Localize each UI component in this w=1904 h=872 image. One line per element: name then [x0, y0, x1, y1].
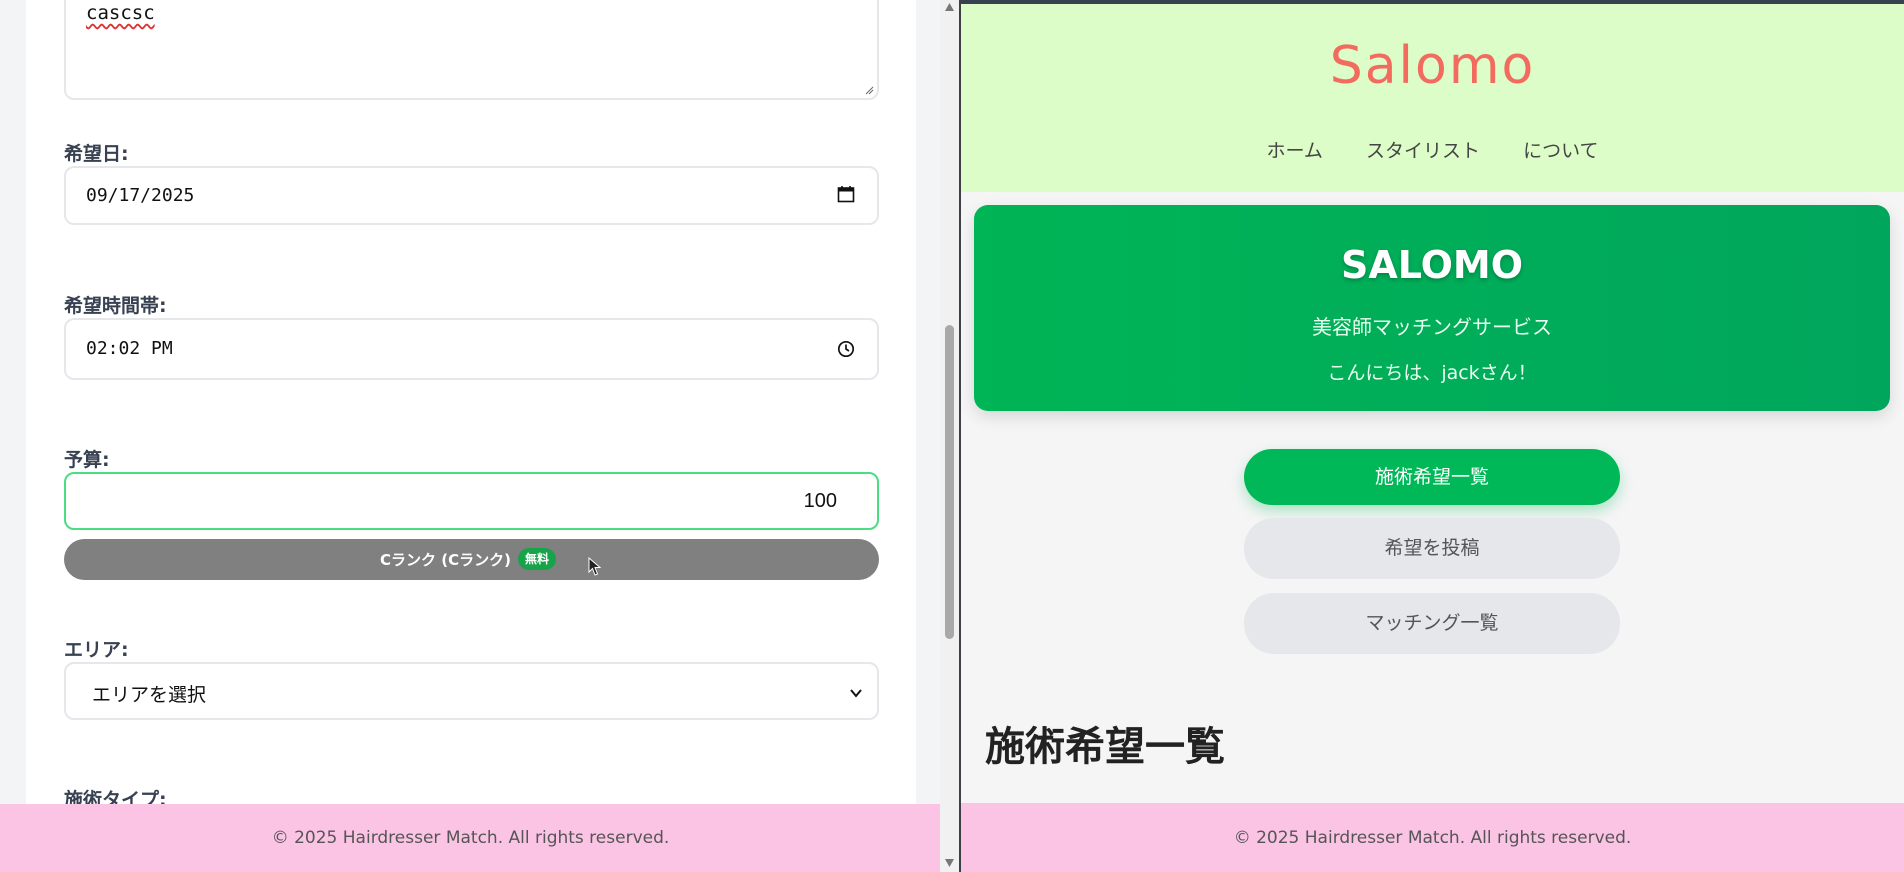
hero-subtitle: 美容師マッチングサービス: [1312, 315, 1552, 339]
site-logo[interactable]: Salomo: [961, 36, 1904, 96]
budget-input[interactable]: 100: [64, 472, 879, 530]
site-header: Salomo ホーム スタイリスト について: [961, 4, 1904, 192]
footer: © 2025 Hairdresser Match. All rights res…: [961, 803, 1904, 872]
date-input[interactable]: 09/17/2025: [64, 166, 879, 225]
scroll-up-arrow-icon[interactable]: [944, 2, 955, 12]
rank-text: Cランク (Cランク): [380, 551, 511, 569]
rank-indicator-bar: Cランク (Cランク) 無料: [64, 539, 879, 580]
footer-copyright: © 2025 Hairdresser Match. All rights res…: [271, 828, 670, 848]
scrollbar[interactable]: [940, 0, 959, 872]
time-input[interactable]: 02:02 PM: [64, 318, 879, 380]
area-select[interactable]: エリアを選択: [64, 662, 879, 720]
calendar-icon[interactable]: [837, 185, 855, 203]
time-label: 希望時間帯:: [64, 295, 167, 317]
budget-value: 100: [803, 490, 837, 512]
free-badge: 無料: [518, 548, 557, 570]
post-request-button[interactable]: 希望を投稿: [1244, 518, 1620, 579]
resize-grip-icon[interactable]: [864, 85, 874, 95]
hero-greeting: こんにちは、jackさん！: [1327, 362, 1537, 384]
description-textarea[interactable]: cascsc: [64, 0, 879, 100]
matching-list-button[interactable]: マッチング一覧: [1244, 593, 1620, 654]
date-value: 09/17/2025: [86, 185, 195, 206]
cursor-icon: [588, 557, 602, 576]
chevron-down-icon: [850, 689, 862, 698]
area-label: エリア:: [64, 639, 129, 661]
nav-about[interactable]: について: [1523, 136, 1598, 163]
right-browser-pane: Salomo ホーム スタイリスト について SALOMO 美容師マッチングサー…: [961, 0, 1904, 872]
clock-icon[interactable]: [837, 340, 855, 358]
date-label: 希望日:: [64, 143, 129, 165]
description-text: cascsc: [86, 2, 155, 24]
request-form-card: [26, 0, 916, 872]
time-value: 02:02 PM: [86, 338, 173, 359]
footer: © 2025 Hairdresser Match. All rights res…: [0, 804, 941, 872]
scroll-down-arrow-icon[interactable]: [944, 858, 955, 868]
hero-banner: SALOMO 美容師マッチングサービス こんにちは、jackさん！: [974, 205, 1890, 411]
nav-home[interactable]: ホーム: [1266, 136, 1322, 163]
scrollbar-thumb[interactable]: [945, 325, 954, 639]
main-nav: ホーム スタイリスト について: [961, 136, 1904, 163]
footer-copyright: © 2025 Hairdresser Match. All rights res…: [1233, 828, 1632, 848]
requests-list-button[interactable]: 施術希望一覧: [1244, 449, 1620, 505]
area-selected-value: エリアを選択: [92, 684, 207, 706]
left-browser-pane: cascsc 希望日: 09/17/2025 希望時間帯: 02:02 PM 予…: [0, 0, 959, 872]
budget-label: 予算:: [64, 449, 110, 471]
nav-stylists[interactable]: スタイリスト: [1366, 136, 1480, 163]
hero-title: SALOMO: [1340, 243, 1524, 287]
section-title: 施術希望一覧: [985, 724, 1225, 770]
